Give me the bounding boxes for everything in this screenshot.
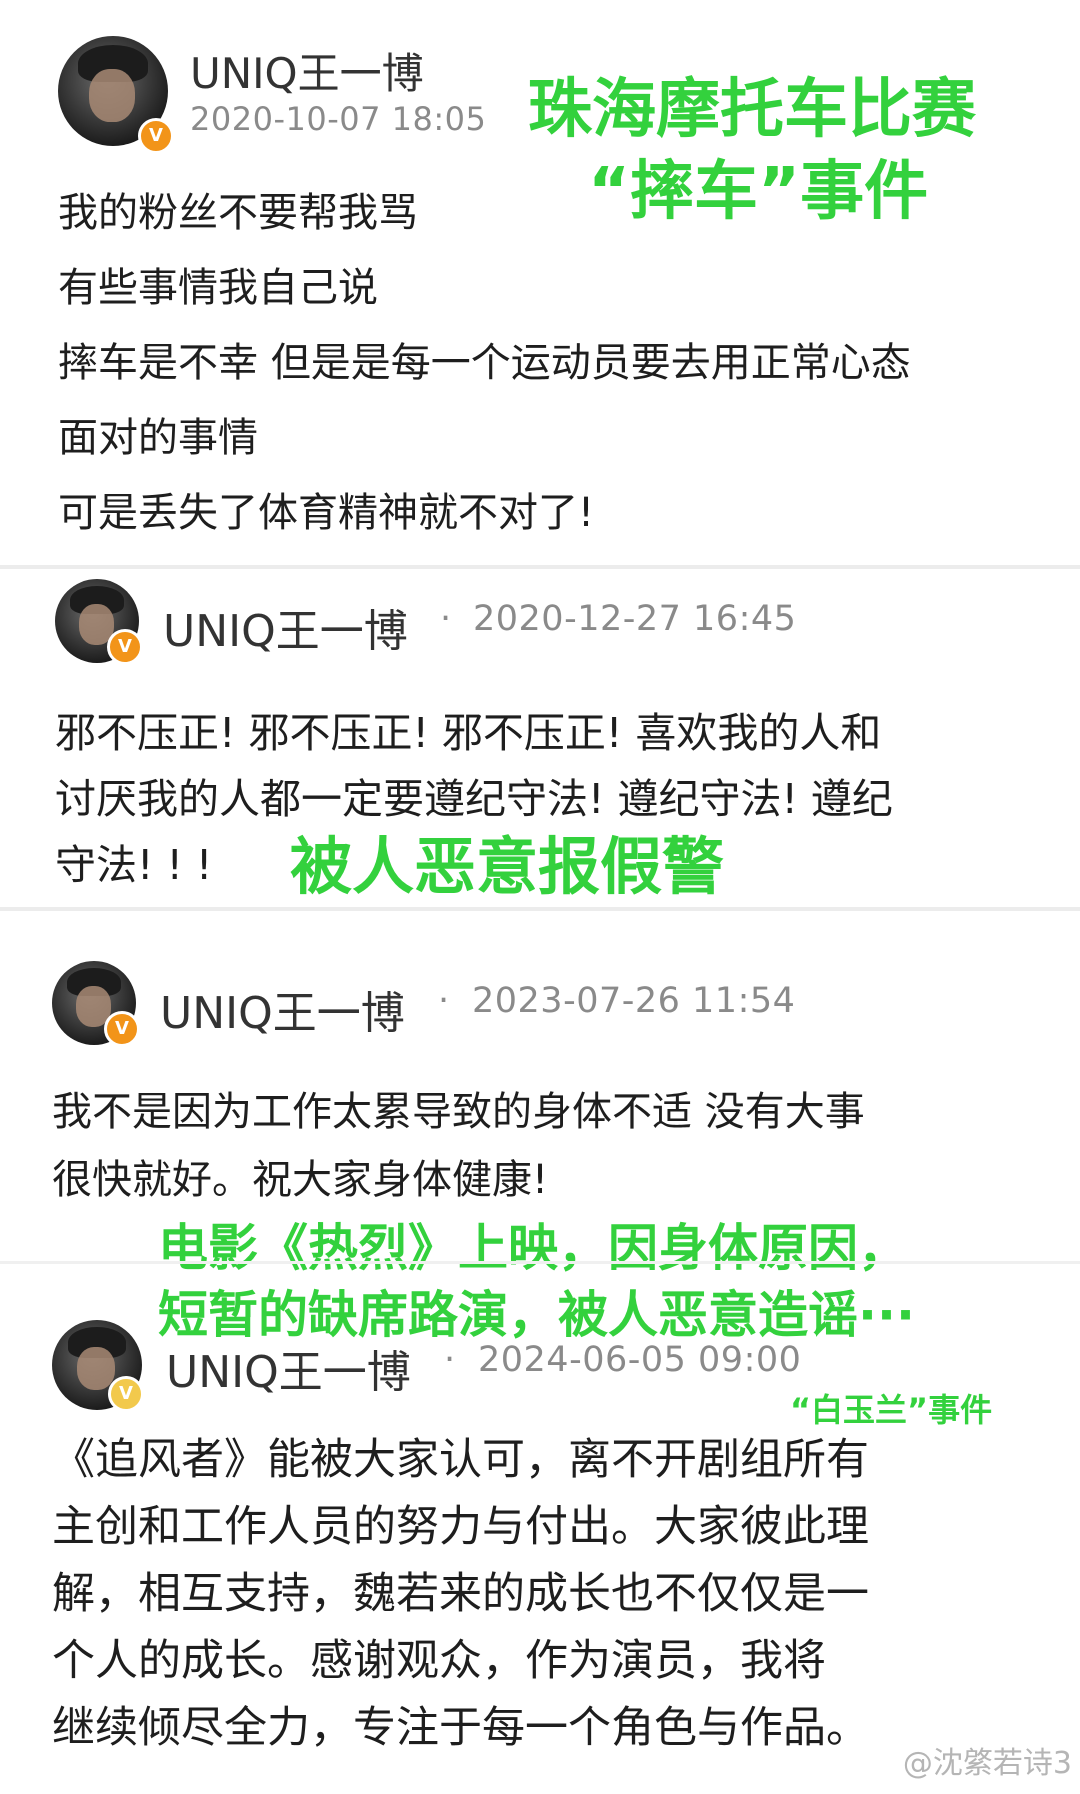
avatar-face <box>88 69 135 122</box>
post-timestamp: 2023-07-26 11:54 <box>472 981 796 1021</box>
avatar[interactable]: V <box>58 36 174 154</box>
overlay-movie-1: 电影《热烈》上映，因身体原因， <box>158 1219 908 1277</box>
avatar[interactable]: V <box>52 961 140 1047</box>
username[interactable]: UNIQ王一博 <box>190 40 424 101</box>
overlay-false-report: 被人恶意报假警 <box>290 830 725 903</box>
post-divider <box>0 1261 1080 1264</box>
verified-badge-icon: V <box>104 1011 140 1047</box>
post-text-line: 个人的成长。感谢观众，作为演员，我将 <box>52 1636 826 1686</box>
verified-badge-icon: V <box>108 1376 144 1412</box>
avatar-face <box>77 1347 115 1391</box>
username[interactable]: UNIQ王一博 <box>160 977 405 1041</box>
post-text-line: 很快就好。祝大家身体健康! <box>52 1157 549 1203</box>
verified-badge-icon: V <box>138 118 174 154</box>
post-text-line: 摔车是不幸 但是是每一个运动员要去用正常心态 <box>58 340 911 386</box>
post-text-line: 我不是因为工作太累导致的身体不适 没有大事 <box>52 1089 865 1135</box>
post-timestamp: 2020-10-07 18:05 <box>190 100 487 138</box>
post-text-line: 我的粉丝不要帮我骂 <box>58 190 418 236</box>
post-text-line: 解，相互支持，魏若来的成长也不仅仅是一 <box>52 1569 869 1619</box>
post-text-line: 守法! ! ! <box>55 841 213 889</box>
post-text-line: 有些事情我自己说 <box>58 265 378 311</box>
overlay-zhuhai-title-2: “摔车”事件 <box>588 155 929 229</box>
post-text-line: 主创和工作人员的努力与付出。大家彼此理 <box>52 1502 869 1552</box>
post-text-line: 可是丢失了体育精神就不对了! <box>58 490 595 536</box>
avatar[interactable]: V <box>52 1320 144 1412</box>
meta-separator: · <box>440 599 452 639</box>
meta-separator: · <box>444 1340 456 1380</box>
post-text-line: 继续倾尽全力，专注于每一个角色与作品。 <box>52 1703 869 1753</box>
username[interactable]: UNIQ王一博 <box>163 595 408 659</box>
verified-badge-icon: V <box>107 629 143 665</box>
meta-separator: · <box>438 981 450 1021</box>
overlay-zhuhai-title-1: 珠海摩托车比赛 <box>528 73 976 147</box>
post-timestamp: 2020-12-27 16:45 <box>473 599 797 639</box>
username[interactable]: UNIQ王一博 <box>166 1336 411 1400</box>
post-text-line: 邪不压正! 邪不压正! 邪不压正! 喜欢我的人和 <box>55 709 882 757</box>
watermark: @沈綮若诗3 <box>902 1746 1072 1781</box>
post-text-line: 《追风者》能被大家认可，离不开剧组所有 <box>52 1435 869 1485</box>
post-timestamp: 2024-06-05 09:00 <box>478 1340 802 1380</box>
overlay-baiyulan: “白玉兰”事件 <box>790 1391 993 1429</box>
post-text-line: 面对的事情 <box>58 415 258 461</box>
avatar[interactable]: V <box>55 579 143 665</box>
